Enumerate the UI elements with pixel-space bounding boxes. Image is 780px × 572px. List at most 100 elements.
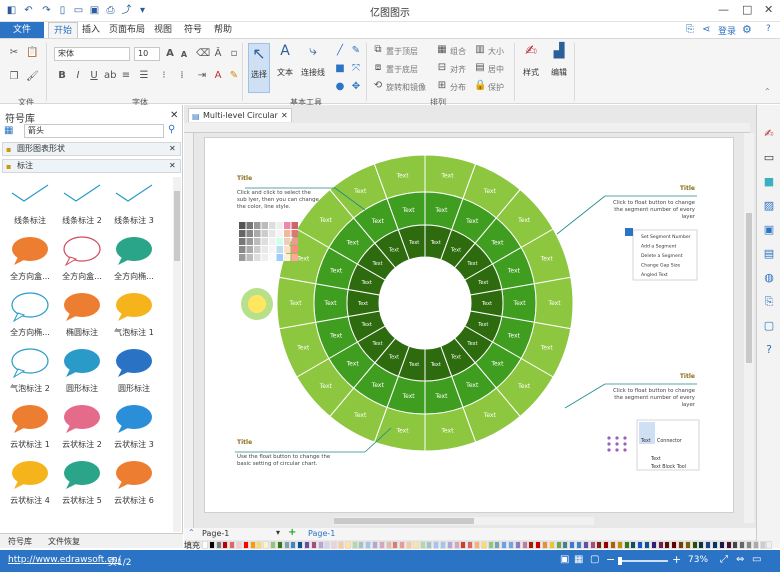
tab-home[interactable]: 开始 <box>48 22 78 38</box>
palette-swatch[interactable] <box>548 541 555 549</box>
palette-swatch[interactable] <box>739 541 746 549</box>
grow-font-icon[interactable]: A <box>164 48 176 60</box>
palette-swatch[interactable] <box>317 541 324 549</box>
library-scrollbar[interactable] <box>173 177 181 532</box>
fill-style-icon[interactable]: ✍ <box>762 127 776 141</box>
highlight-icon[interactable]: ✎ <box>228 70 240 82</box>
drawing-page[interactable]: Text Text Text Text Text Text Text Text Text Text… <box>204 137 734 513</box>
palette-swatch[interactable] <box>467 541 474 549</box>
palette-swatch[interactable] <box>650 541 657 549</box>
size-icon[interactable]: ▥ <box>474 44 486 56</box>
shape-callout[interactable]: 线条标注 2 <box>56 177 108 231</box>
search-icon[interactable]: ⚲ <box>168 124 175 135</box>
image-icon[interactable]: ▨ <box>762 199 776 213</box>
select-tool-button[interactable]: ↖ 选择 <box>248 43 270 93</box>
shrink-font-icon[interactable]: A <box>178 49 190 61</box>
library-menu-icon[interactable]: ▦ <box>4 125 13 136</box>
palette-swatch[interactable] <box>718 541 725 549</box>
palette-swatch[interactable] <box>372 541 378 549</box>
tab-insert[interactable]: 插入 <box>80 22 102 38</box>
shape-callout[interactable]: 全方向盒... <box>56 233 108 287</box>
vertical-scrollbar[interactable] <box>744 133 754 523</box>
text-color-icon[interactable]: Ǎ <box>212 48 224 60</box>
protect-objects[interactable]: 保护 <box>488 82 504 93</box>
palette-swatch[interactable] <box>242 541 249 549</box>
font-size-select[interactable]: 10 <box>134 47 160 61</box>
palette-swatch[interactable] <box>637 541 644 549</box>
palette-swatch[interactable] <box>283 541 290 549</box>
close-section-icon[interactable]: ✕ <box>169 143 176 155</box>
shape-callout[interactable]: 全方向椭... <box>4 289 56 343</box>
palette-swatch[interactable] <box>385 541 392 549</box>
palette-swatch[interactable] <box>297 541 304 549</box>
clear-format-icon[interactable]: ⌫ <box>196 48 210 60</box>
maximize-icon[interactable]: □ <box>742 3 752 16</box>
cut-icon[interactable]: ✂ <box>8 47 20 59</box>
bullet-list-icon[interactable]: ⁝ <box>158 70 170 82</box>
palette-swatch[interactable] <box>664 541 671 549</box>
palette-swatch[interactable] <box>746 541 752 549</box>
view-normal-icon[interactable]: ▣ <box>560 554 569 565</box>
zoom-slider[interactable] <box>618 557 668 565</box>
font-color-icon[interactable]: A <box>212 70 224 82</box>
strikethrough-icon[interactable]: ab <box>104 70 116 82</box>
palette-swatch[interactable] <box>406 541 412 549</box>
shape-callout[interactable]: 全方向盒... <box>4 233 56 287</box>
palette-swatch[interactable] <box>576 541 582 549</box>
underline-icon[interactable]: U <box>88 70 100 82</box>
library-search-input[interactable]: 箭头 <box>24 124 164 138</box>
palette-swatch[interactable] <box>215 541 222 549</box>
collapse-ribbon-icon[interactable]: ⌃ <box>764 87 771 96</box>
palette-swatch[interactable] <box>691 541 698 549</box>
page-tab[interactable]: Page-1 <box>202 529 229 538</box>
shape-callout[interactable]: 椭圆标注 <box>56 289 108 343</box>
context-menu-item[interactable]: Add a Segment <box>641 244 676 250</box>
rotate-icon[interactable]: ⟲ <box>372 80 384 92</box>
line-tool-icon[interactable]: ╱ <box>334 45 346 57</box>
shape-callout[interactable]: 云状标注 5 <box>56 457 108 511</box>
hyperlink-icon[interactable]: ◍ <box>762 271 776 285</box>
palette-swatch[interactable] <box>678 541 684 549</box>
palette-swatch[interactable] <box>732 541 739 549</box>
comment-icon[interactable]: ▢ <box>762 319 776 333</box>
presentation-icon[interactable]: ▭ <box>752 554 761 565</box>
palette-swatch[interactable] <box>351 541 358 549</box>
tab-symbols[interactable]: 符号 <box>182 22 204 38</box>
close-section-icon[interactable]: ✕ <box>169 160 176 172</box>
context-menu-item[interactable]: Change Gap Size <box>641 263 680 269</box>
help-icon[interactable]: ? <box>766 24 771 34</box>
shape-callout[interactable]: 气泡标注 2 <box>4 345 56 399</box>
palette-swatch[interactable] <box>752 541 759 549</box>
palette-swatch[interactable] <box>555 541 562 549</box>
edit-button[interactable]: ▟ 编辑 <box>546 43 572 93</box>
zoom-out-icon[interactable]: − <box>606 553 615 566</box>
size-objects[interactable]: 大小 <box>488 46 504 57</box>
palette-swatch[interactable] <box>338 541 344 549</box>
bold-icon[interactable]: B <box>56 70 68 82</box>
group-objects[interactable]: 组合 <box>450 46 466 57</box>
shadow-icon[interactable]: ■ <box>762 175 776 189</box>
palette-swatch[interactable] <box>501 541 508 549</box>
indent-icon[interactable]: ⇥ <box>196 70 208 82</box>
palette-swatch[interactable] <box>419 541 426 549</box>
palette-swatch[interactable] <box>623 541 630 549</box>
multi-level-circular-chart[interactable]: TextTextTextTextTextTextTextTextTextText… <box>205 138 735 514</box>
palette-swatch[interactable] <box>331 541 338 549</box>
help-panel-icon[interactable]: ? <box>762 343 776 357</box>
palette-swatch[interactable] <box>440 541 446 549</box>
page-setup-icon[interactable]: ▤ <box>762 247 776 261</box>
palette-swatch[interactable] <box>236 541 242 549</box>
palette-swatch[interactable] <box>222 541 229 549</box>
palette-swatch[interactable] <box>616 541 623 549</box>
close-panel-icon[interactable]: ✕ <box>170 110 178 121</box>
document-tab[interactable]: ▤ Multi-level Circular ✕ <box>188 108 292 122</box>
palette-swatch[interactable] <box>759 541 766 549</box>
style-button[interactable]: ✍ 样式 <box>518 43 544 93</box>
palette-swatch[interactable] <box>521 541 528 549</box>
close-window-icon[interactable]: ✕ <box>764 3 773 16</box>
shape-callout[interactable]: 云状标注 2 <box>56 401 108 455</box>
line-spacing-icon[interactable]: ☰ <box>138 70 150 82</box>
center-objects[interactable]: 居中 <box>488 64 504 75</box>
text-tool-button[interactable]: A 文本 <box>274 43 296 93</box>
context-menu-item[interactable]: Angled Text <box>641 272 668 278</box>
